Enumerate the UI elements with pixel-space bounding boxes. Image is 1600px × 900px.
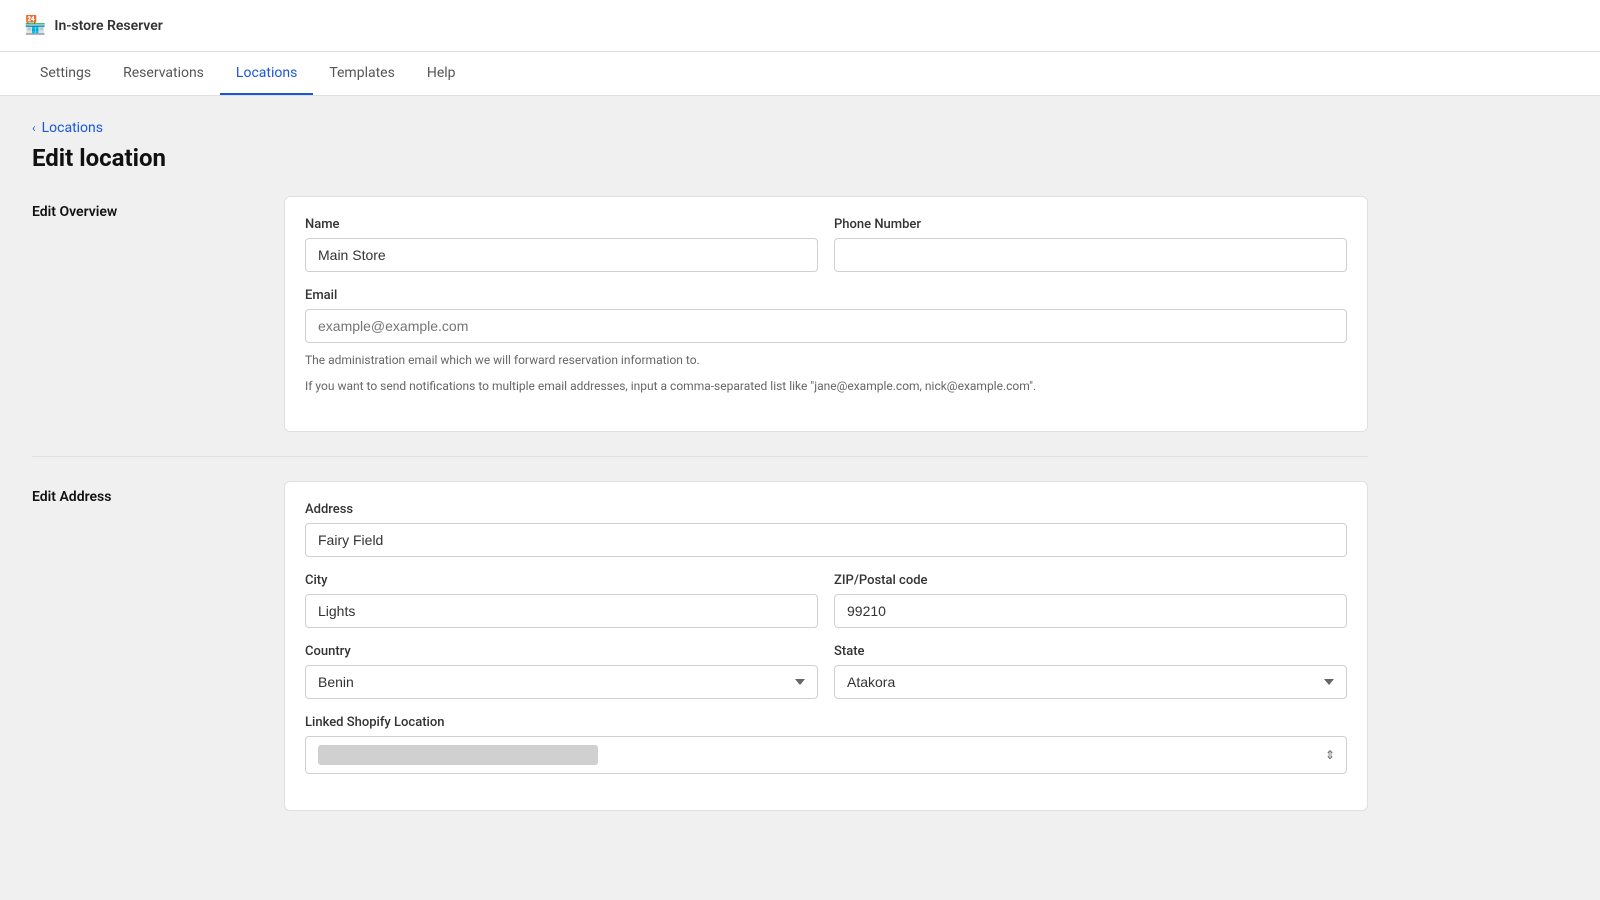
email-row: Email The administration email which we … [305, 288, 1347, 395]
name-label: Name [305, 217, 818, 232]
email-label: Email [305, 288, 1347, 303]
page-content: ‹ Locations Edit location Edit Overview … [0, 96, 1400, 859]
address-input[interactable] [305, 523, 1347, 557]
country-state-row: Country Benin State Atakora [305, 644, 1347, 699]
tab-locations[interactable]: Locations [220, 53, 313, 95]
address-section-label: Edit Address [32, 481, 252, 811]
topbar: 🏪 In-store Reserver [0, 0, 1600, 52]
state-group: State Atakora [834, 644, 1347, 699]
app-logo-icon: 🏪 [24, 15, 46, 36]
email-help-text-1: The administration email which we will f… [305, 351, 1347, 369]
email-input[interactable] [305, 309, 1347, 343]
address-row: Address [305, 502, 1347, 557]
tab-settings[interactable]: Settings [24, 53, 107, 95]
breadcrumb-label: Locations [42, 120, 103, 136]
section-divider [32, 456, 1368, 457]
tab-reservations[interactable]: Reservations [107, 53, 220, 95]
tab-templates[interactable]: Templates [313, 53, 411, 95]
page-title: Edit location [32, 144, 1368, 172]
city-label: City [305, 573, 818, 588]
phone-input[interactable] [834, 238, 1347, 272]
city-zip-row: City ZIP/Postal code [305, 573, 1347, 628]
linked-shopify-select-wrapper [305, 736, 1347, 774]
address-label: Address [305, 502, 1347, 517]
nav-bar: Settings Reservations Locations Template… [0, 52, 1600, 96]
country-group: Country Benin [305, 644, 818, 699]
linked-shopify-inner [318, 745, 598, 765]
app-logo: 🏪 In-store Reserver [24, 15, 163, 36]
edit-address-section: Edit Address Address City ZIP/Postal cod… [32, 481, 1368, 811]
state-select[interactable]: Atakora [834, 665, 1347, 699]
zip-input[interactable] [834, 594, 1347, 628]
name-input[interactable] [305, 238, 818, 272]
breadcrumb[interactable]: ‹ Locations [32, 120, 1368, 136]
zip-group: ZIP/Postal code [834, 573, 1347, 628]
country-select[interactable]: Benin [305, 665, 818, 699]
phone-label: Phone Number [834, 217, 1347, 232]
name-group: Name [305, 217, 818, 272]
edit-overview-section: Edit Overview Name Phone Number Email Th… [32, 196, 1368, 432]
overview-section-label: Edit Overview [32, 196, 252, 432]
city-input[interactable] [305, 594, 818, 628]
name-phone-row: Name Phone Number [305, 217, 1347, 272]
address-group: Address [305, 502, 1347, 557]
phone-group: Phone Number [834, 217, 1347, 272]
app-name: In-store Reserver [54, 18, 162, 34]
country-label: Country [305, 644, 818, 659]
overview-card: Name Phone Number Email The administrati… [284, 196, 1368, 432]
breadcrumb-chevron-icon: ‹ [32, 121, 36, 135]
tab-help[interactable]: Help [411, 53, 472, 95]
linked-shopify-group: Linked Shopify Location [305, 715, 1347, 774]
linked-shopify-input[interactable] [305, 736, 1347, 774]
email-help-text-2: If you want to send notifications to mul… [305, 377, 1347, 395]
linked-shopify-row: Linked Shopify Location [305, 715, 1347, 774]
zip-label: ZIP/Postal code [834, 573, 1347, 588]
city-group: City [305, 573, 818, 628]
address-card: Address City ZIP/Postal code Country [284, 481, 1368, 811]
email-group: Email The administration email which we … [305, 288, 1347, 395]
state-label: State [834, 644, 1347, 659]
linked-shopify-label: Linked Shopify Location [305, 715, 1347, 730]
